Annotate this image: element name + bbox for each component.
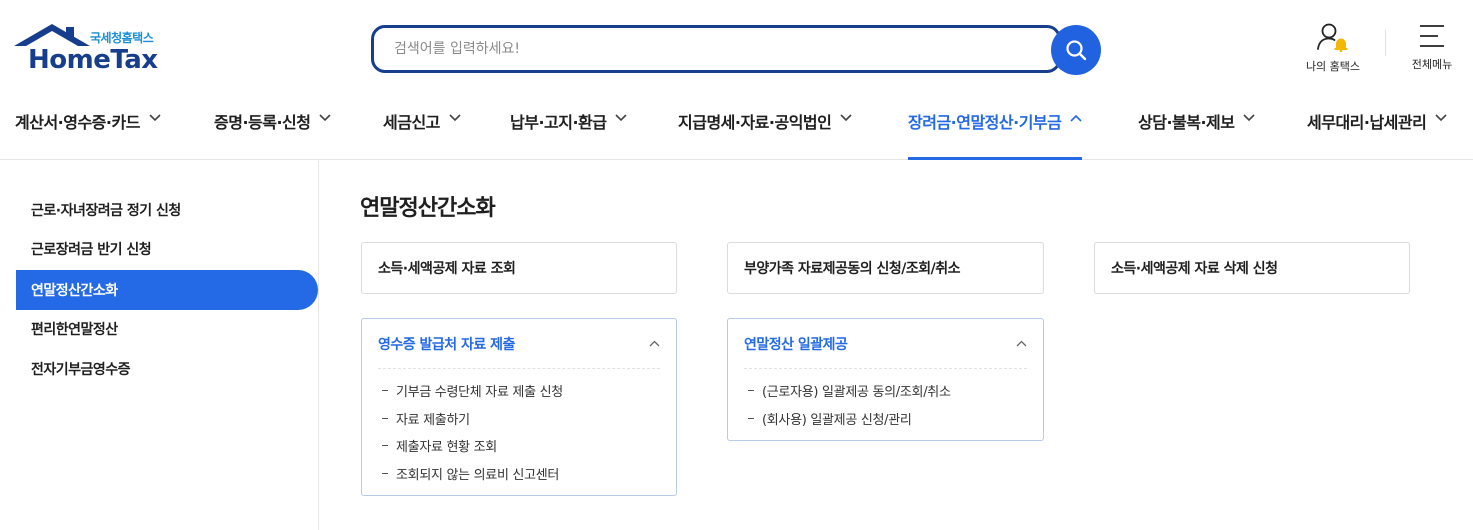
hamburger-menu-icon [1420, 25, 1444, 47]
list-item[interactable]: (근로자용) 일괄제공 동의/조회/취소 [748, 377, 951, 405]
gnb-item-consultation[interactable]: 상담·불복·제보 [1138, 98, 1256, 160]
gnb-item-payment-statement[interactable]: 지급명세·자료·공익법인 [678, 98, 852, 160]
card-dependent-consent[interactable]: 부양가족 자료제공동의 신청/조회/취소 [727, 242, 1044, 294]
accordion-bulk-provision: 연말정산 일괄제공 (근로자용) 일괄제공 동의/조회/취소 (회사용) 일괄제… [727, 318, 1044, 441]
accordion-title: 연말정산 일괄제공 [744, 336, 848, 353]
chevron-up-icon [1070, 114, 1082, 122]
utility-divider [1385, 30, 1386, 56]
logo-subtitle: 국세청홈택스 [90, 31, 154, 45]
bullet-dash [382, 445, 388, 447]
gnb-label: 상담·불복·제보 [1138, 113, 1235, 132]
sidebar-item-year-end-simplified[interactable]: 연말정산간소화 [16, 270, 318, 310]
bullet-dash [382, 417, 388, 419]
chevron-down-icon [840, 114, 852, 122]
all-menu-button[interactable]: 전체메뉴 [1400, 22, 1464, 72]
chevron-down-icon [1243, 114, 1256, 122]
list-item-label: 기부금 수령단체 자료 제출 신청 [396, 385, 563, 401]
accordion-list: (근로자용) 일괄제공 동의/조회/취소 (회사용) 일괄제공 신청/관리 [748, 377, 951, 432]
accordion-title: 영수증 발급처 자료 제출 [378, 336, 515, 353]
gnb-item-certificate[interactable]: 증명·등록·신청 [214, 98, 332, 160]
gnb-item-invoice[interactable]: 계산서·영수증·카드 [15, 98, 161, 160]
all-menu-label: 전체메뉴 [1411, 58, 1453, 71]
bullet-dash [382, 472, 388, 474]
gnb-label: 세무대리·납세관리 [1307, 113, 1427, 132]
chevron-down-icon [615, 114, 628, 122]
sidebar-item-regular-incentive[interactable]: 근로·자녀장려금 정기 신청 [16, 190, 318, 230]
sidebar-item-e-donation-receipt[interactable]: 전자기부금영수증 [16, 349, 318, 389]
search-button[interactable] [1051, 25, 1101, 75]
user-bell-icon [1317, 23, 1348, 52]
sidebar-item-half-year-incentive[interactable]: 근로장려금 반기 신청 [16, 229, 318, 269]
list-item-label: 제출자료 현황 조회 [396, 440, 497, 456]
gnb-label: 증명·등록·신청 [214, 113, 311, 132]
gnb-label: 납부·고지·환급 [510, 113, 607, 132]
accordion-header[interactable]: 영수증 발급처 자료 제출 [378, 319, 660, 369]
list-item[interactable]: 기부금 수령단체 자료 제출 신청 [382, 377, 563, 405]
bullet-dash [748, 390, 754, 392]
chevron-up-icon [649, 340, 660, 347]
header: 국세청홈택스 HomeTax 나의 홈택스 전체메뉴 [0, 0, 1473, 160]
list-item-label: (회사용) 일괄제공 신청/관리 [762, 412, 912, 428]
my-hometax-button[interactable]: 나의 홈택스 [1296, 22, 1370, 74]
sidebar-item-convenient-year-end[interactable]: 편리한연말정산 [16, 309, 318, 349]
chevron-down-icon [149, 114, 161, 122]
chevron-down-icon [319, 114, 332, 122]
list-item[interactable]: 제출자료 현황 조회 [382, 432, 563, 460]
gnb-item-incentive-year-end[interactable]: 장려금·연말정산·기부금 [908, 98, 1083, 160]
logo-title: HomeTax [28, 45, 158, 75]
list-item[interactable]: 자료 제출하기 [382, 405, 563, 433]
list-item-label: (근로자용) 일괄제공 동의/조회/취소 [762, 385, 951, 401]
gnb-label: 계산서·영수증·카드 [15, 113, 140, 132]
gnb-label: 세금신고 [383, 113, 440, 132]
gnb-label: 장려금·연말정산·기부금 [908, 113, 1062, 132]
list-item-label: 자료 제출하기 [396, 412, 470, 428]
search-input[interactable] [371, 25, 1061, 73]
chevron-down-icon [449, 114, 461, 122]
hometax-logo[interactable]: 국세청홈택스 HomeTax [14, 24, 174, 76]
chevron-down-icon [1435, 114, 1447, 122]
bullet-dash [382, 390, 388, 392]
list-item[interactable]: (회사용) 일괄제공 신청/관리 [748, 405, 951, 433]
gnb-item-payment[interactable]: 납부·고지·환급 [510, 98, 628, 160]
accordion-header[interactable]: 연말정산 일괄제공 [744, 319, 1027, 369]
gnb-item-tax-agent[interactable]: 세무대리·납세관리 [1307, 98, 1447, 160]
accordion-list: 기부금 수령단체 자료 제출 신청 자료 제출하기 제출자료 현황 조회 조회되… [382, 377, 563, 487]
search-icon [1066, 40, 1087, 61]
gnb-item-tax-return[interactable]: 세금신고 [383, 98, 461, 160]
sidebar: 근로·자녀장려금 정기 신청 근로장려금 반기 신청 연말정산간소화 편리한연말… [0, 161, 319, 530]
card-deduction-inquiry[interactable]: 소득·세액공제 자료 조회 [361, 242, 677, 294]
my-hometax-label: 나의 홈택스 [1305, 60, 1361, 73]
list-item-label: 조회되지 않는 의료비 신고센터 [396, 467, 560, 483]
list-item[interactable]: 조회되지 않는 의료비 신고센터 [382, 460, 563, 488]
chevron-up-icon [1016, 340, 1027, 347]
search-bar [371, 25, 1101, 75]
gnb-label: 지급명세·자료·공익법인 [678, 113, 832, 132]
bullet-dash [748, 417, 754, 419]
global-navigation: 계산서·영수증·카드 증명·등록·신청 세금신고 납부·고지·환급 지급명세·자… [0, 98, 1473, 160]
page-title: 연말정산간소화 [360, 196, 496, 221]
card-deduction-delete[interactable]: 소득·세액공제 자료 삭제 신청 [1094, 242, 1410, 294]
accordion-receipt-submission: 영수증 발급처 자료 제출 기부금 수령단체 자료 제출 신청 자료 제출하기 … [361, 318, 677, 496]
